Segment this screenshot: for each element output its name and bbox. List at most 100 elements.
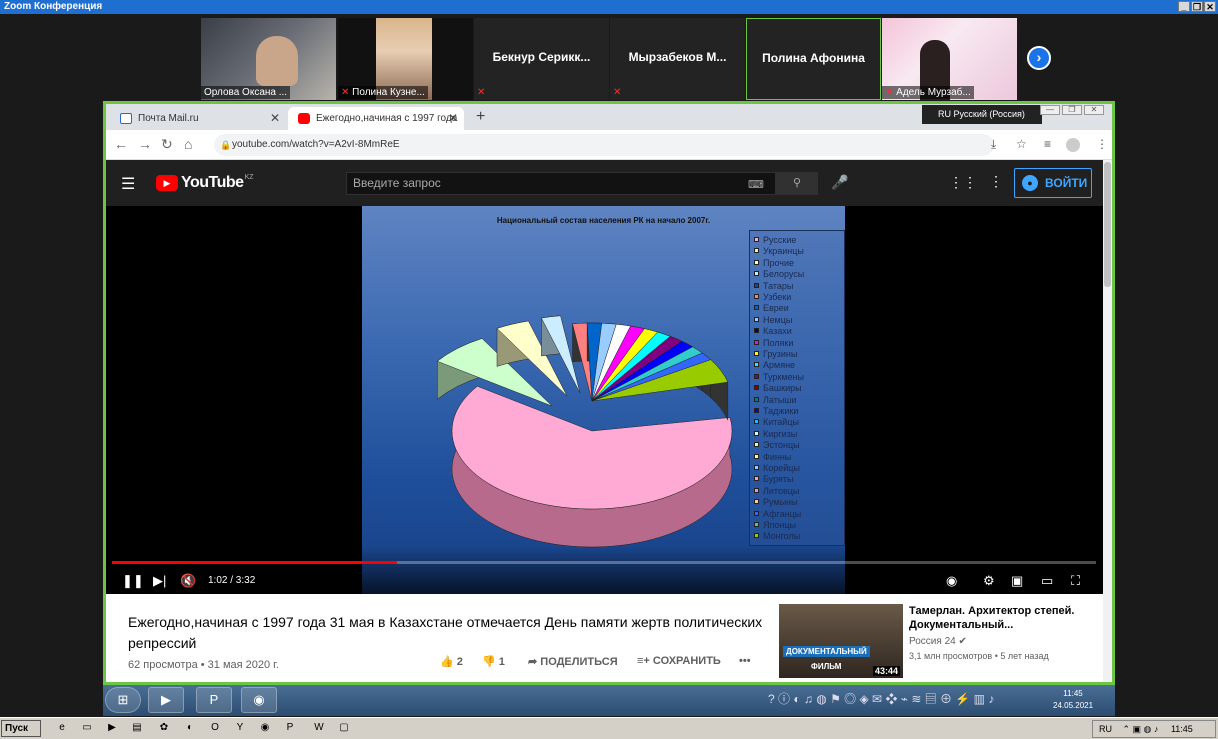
keyboard-icon[interactable]: ⌨ <box>748 178 764 191</box>
mute-icon[interactable]: 🔇 <box>180 573 196 589</box>
participant-tile[interactable]: Бекнур Серикк... ✕ <box>474 18 609 100</box>
search-icon: ⚲ <box>792 177 802 189</box>
signin-button[interactable]: ● ВОЙТИ <box>1014 168 1092 198</box>
language-indicator[interactable]: RU Русский (Россия) <box>922 105 1042 124</box>
save-button[interactable]: ≡+ СОХРАНИТЬ <box>637 655 721 667</box>
ie-icon[interactable]: e <box>55 721 69 735</box>
zoom-window-title: Zoom Конференция <box>4 1 103 12</box>
voice-search-icon[interactable]: 🎤 <box>831 174 848 191</box>
apps-grid-icon[interactable]: ⋮⋮ <box>949 174 977 191</box>
zoom-icon[interactable]: ▢ <box>337 721 351 735</box>
account-icon: ● <box>1022 175 1038 191</box>
app-icon[interactable]: ◐ <box>183 721 197 735</box>
recommended-channel[interactable]: Россия 24 ✔ <box>909 636 967 647</box>
participant-name: ✕ Адель Мурзаб... <box>882 86 974 99</box>
install-icon[interactable]: ⤓ <box>991 137 996 152</box>
browser-menu-icon[interactable]: ⋮ <box>1096 137 1108 151</box>
media-icon[interactable]: ▶ <box>105 721 119 735</box>
youtube-logo[interactable]: ▶ YouTube KZ <box>156 174 254 192</box>
legend-swatch <box>754 305 759 311</box>
folder-icon[interactable]: ▭ <box>80 721 94 735</box>
browser-restore-icon[interactable]: ❐ <box>1062 105 1082 115</box>
browser-minimize-icon[interactable]: — <box>1040 105 1060 115</box>
close-button[interactable]: ✕ <box>1204 1 1216 12</box>
search-button[interactable]: ⚲ <box>776 172 818 195</box>
tab-youtube[interactable]: Ежегодно,начиная с 1997 года ✕ <box>288 107 464 130</box>
opera-icon[interactable]: O <box>208 721 222 735</box>
playlist-add-icon: ≡+ <box>637 655 650 667</box>
powerpoint-icon[interactable]: P <box>283 721 297 735</box>
minimize-button[interactable]: _ <box>1178 1 1190 12</box>
recommended-thumbnail[interactable]: ДОКУМЕНТАЛЬНЫЙ ФИЛЬМ 43:44 <box>779 604 903 678</box>
next-page-icon[interactable]: › <box>1027 46 1051 70</box>
page-scrollbar[interactable] <box>1103 160 1112 682</box>
participant-tile[interactable]: ✕ Полина Кузне... <box>338 18 473 100</box>
youtube-header: ☰ ▶ YouTube KZ Введите запрос ⌨ ⚲ 🎤 ⋮⋮ ⋮… <box>106 160 1103 206</box>
back-icon[interactable]: ← <box>114 136 128 152</box>
legend-item: Японцы <box>754 520 796 531</box>
new-tab-icon[interactable]: + <box>476 108 485 126</box>
autoplay-toggle-icon[interactable]: ◉ <box>946 573 957 589</box>
fullscreen-icon[interactable]: ⛶ <box>1071 573 1080 589</box>
share-button[interactable]: ➦ ПОДЕЛИТЬСЯ <box>528 655 618 668</box>
legend-swatch <box>754 442 759 448</box>
shared-zoom-icon[interactable]: ▶ <box>148 687 184 713</box>
reading-list-icon[interactable]: ≡ <box>1044 137 1051 151</box>
participant-tile[interactable]: Мырзабеков М... ✕ <box>610 18 745 100</box>
legend-item: Белорусы <box>754 269 804 280</box>
word-icon[interactable]: W <box>312 721 326 735</box>
participant-video <box>256 36 298 86</box>
miniplayer-icon[interactable]: ▣ <box>1011 573 1023 589</box>
shared-powerpoint-icon[interactable]: P <box>196 687 232 713</box>
browser-close-icon[interactable]: ✕ <box>1084 105 1104 115</box>
recommended-title[interactable]: Тамерлан. Архитектор степей. Документаль… <box>909 604 1079 632</box>
legend-swatch <box>754 465 759 470</box>
thumbs-up-icon: 👍 <box>440 656 454 668</box>
profile-icon[interactable] <box>1066 138 1080 152</box>
chrome-icon[interactable]: ◉ <box>258 721 272 735</box>
theater-mode-icon[interactable]: ▭ <box>1041 573 1053 589</box>
participant-gallery: Орлова Оксана ... ✕ Полина Кузне... Бекн… <box>0 16 1218 102</box>
participant-tile[interactable]: Орлова Оксана ... <box>201 18 336 100</box>
like-button[interactable]: 👍 2 <box>440 655 463 668</box>
address-bar-row: ← → ↻ ⌂ 🔒 youtube.com/watch?v=A2vI-8MmRe… <box>106 130 1112 160</box>
utility-icon[interactable]: ✿ <box>157 721 171 735</box>
video-player[interactable]: Национальный состав населения РК на нача… <box>106 206 1103 594</box>
yandex-icon[interactable]: Y <box>233 721 247 735</box>
settings-gear-icon[interactable]: ⚙ <box>983 573 995 589</box>
close-tab-icon[interactable]: ✕ <box>270 107 280 130</box>
tab-mail[interactable]: Почта Mail.ru ✕ <box>110 107 286 130</box>
participant-name: Полина Афонина <box>762 51 865 65</box>
home-icon[interactable]: ⌂ <box>184 136 192 152</box>
next-video-icon[interactable]: ▶| <box>153 573 166 589</box>
pause-icon[interactable]: ❚❚ <box>122 573 144 589</box>
reload-icon[interactable]: ↻ <box>161 136 173 153</box>
notepad-icon[interactable]: ▤ <box>130 721 144 735</box>
legend-swatch <box>754 282 759 288</box>
settings-dots-icon[interactable]: ⋮ <box>989 173 1003 190</box>
duration-badge: 43:44 <box>872 666 900 676</box>
video-title: Ежегодно,начиная с 1997 года 31 мая в Ка… <box>128 614 763 651</box>
input-language[interactable]: RU <box>1099 724 1112 734</box>
menu-icon[interactable]: ☰ <box>121 174 135 194</box>
legend-swatch <box>754 248 759 254</box>
bookmark-star-icon[interactable]: ☆ <box>1016 137 1027 151</box>
shared-chrome-icon[interactable]: ◉ <box>241 687 277 713</box>
legend-swatch <box>754 373 759 379</box>
verified-icon: ✔ <box>958 636 967 647</box>
url-field[interactable]: 🔒 youtube.com/watch?v=A2vI-8MmReE <box>214 134 994 156</box>
forward-icon[interactable]: → <box>138 136 152 152</box>
more-actions-icon[interactable]: ••• <box>739 655 751 667</box>
scrollbar-thumb[interactable] <box>1104 162 1111 287</box>
maximize-button[interactable]: ❐ <box>1191 1 1203 12</box>
legend-swatch <box>754 476 759 482</box>
close-tab-icon[interactable]: ✕ <box>448 107 458 130</box>
participant-tile-active[interactable]: Полина Афонина <box>746 18 881 100</box>
dislike-button[interactable]: 👎 1 <box>482 655 505 668</box>
start-button[interactable]: Пуск <box>1 720 41 737</box>
participant-tile[interactable]: ✕ Адель Мурзаб... <box>882 18 1017 100</box>
shared-start-orb-icon[interactable]: ⊞ <box>105 687 141 713</box>
progress-bar[interactable] <box>112 561 1096 564</box>
search-input[interactable]: Введите запрос <box>346 172 776 195</box>
legend-swatch <box>754 533 759 539</box>
